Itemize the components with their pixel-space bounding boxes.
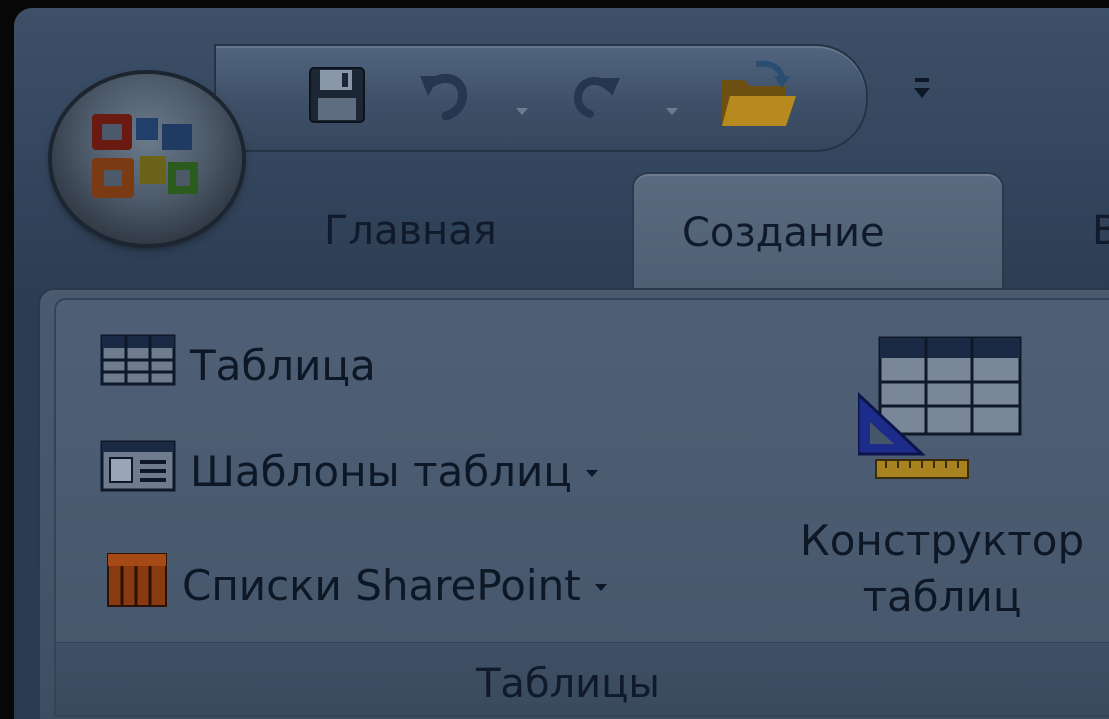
customize-toolbar-button[interactable] — [909, 70, 935, 110]
sharepoint-lists-button[interactable]: Списки SharePoint — [106, 552, 607, 618]
table-templates-button[interactable]: Шаблоны таблиц — [100, 440, 598, 502]
chevron-down-icon — [594, 583, 607, 591]
redo-icon — [573, 77, 620, 118]
table-design-button[interactable]: Конструктор таблиц — [762, 326, 1109, 646]
ribbon: Таблица Шаблоны таблиц Списки SharePoint… — [38, 288, 1109, 719]
redo-button[interactable] — [564, 64, 624, 124]
tab-next-label: В — [1092, 208, 1109, 254]
redo-dropdown[interactable] — [666, 108, 678, 115]
table-design-label-line1: Конструктор — [799, 516, 1085, 565]
table-templates-label: Шаблоны таблиц — [190, 446, 572, 496]
office-logo-icon — [92, 114, 198, 198]
undo-icon — [420, 74, 467, 121]
sharepoint-lists-icon — [106, 552, 168, 618]
table-button[interactable]: Таблица — [100, 334, 376, 396]
table-templates-icon — [100, 440, 176, 502]
tab-next[interactable]: В — [1092, 208, 1109, 254]
ribbon-group-tables: Таблица Шаблоны таблиц Списки SharePoint… — [54, 298, 1109, 717]
application-window: Главная Создание В Таблица Шаблоны табли… — [14, 8, 1109, 719]
quick-access-toolbar — [214, 44, 868, 152]
table-design-icon — [856, 334, 1028, 498]
save-button[interactable] — [306, 64, 368, 126]
office-button[interactable] — [52, 74, 242, 244]
undo-dropdown[interactable] — [516, 108, 528, 115]
group-label-bar: Таблицы — [56, 642, 1109, 715]
tab-home-label: Главная — [324, 208, 497, 254]
group-label: Таблицы — [476, 661, 660, 707]
tab-create-label: Создание — [682, 210, 885, 256]
save-icon — [309, 67, 365, 123]
table-button-label: Таблица — [190, 340, 376, 390]
undo-button[interactable] — [416, 64, 476, 124]
tab-create[interactable]: Создание — [632, 172, 1004, 304]
customize-toolbar-icon — [914, 78, 930, 98]
table-design-label-line2: таблиц — [862, 572, 1022, 621]
table-icon — [100, 334, 176, 396]
open-button[interactable] — [716, 56, 800, 134]
tab-home[interactable]: Главная — [324, 208, 497, 254]
sharepoint-lists-label: Списки SharePoint — [182, 560, 581, 610]
open-folder-icon — [722, 60, 796, 126]
chevron-down-icon — [585, 469, 598, 477]
